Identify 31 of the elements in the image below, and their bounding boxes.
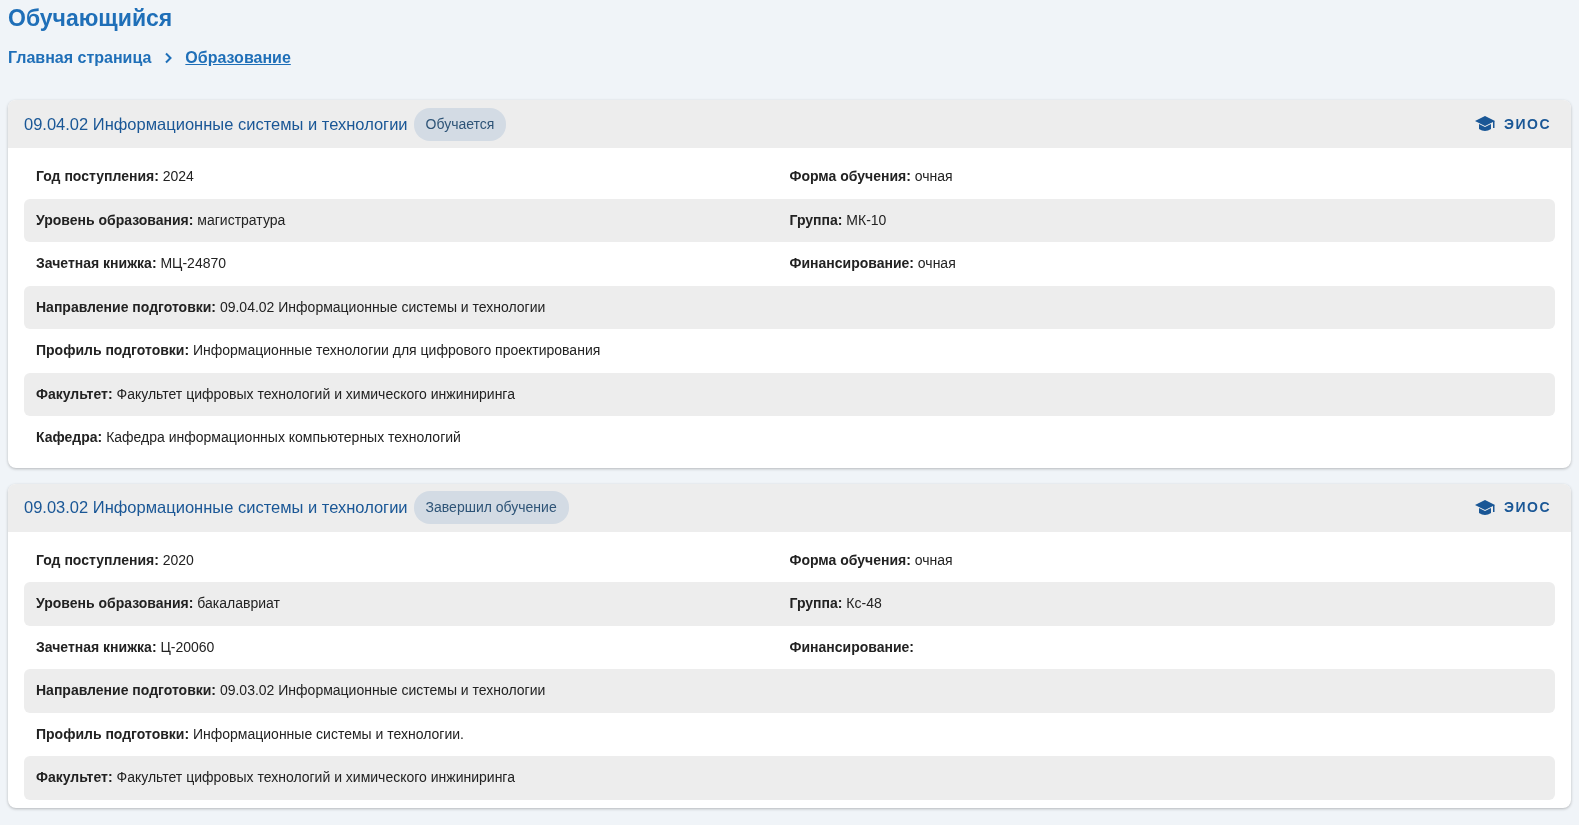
program-title: 09.04.02 Информационные системы и технологии (24, 113, 408, 135)
info-field: Группа: Кс-48 (789, 593, 1543, 615)
info-field: Форма обучения: очная (789, 166, 1543, 188)
info-field: Год поступления: 2024 (36, 166, 790, 188)
info-field: Факультет: Факультет цифровых технологий и химического инжиниринга (36, 767, 793, 789)
graduation-cap-icon (1473, 498, 1496, 517)
info-field: Факультет: Факультет цифровых технологий и химического инжиниринга (36, 383, 793, 405)
status-badge: Обучается (413, 107, 507, 141)
chevron-right-icon (163, 52, 174, 64)
eios-link[interactable]: ЭИОС (1473, 497, 1551, 518)
breadcrumb-link[interactable]: Образование (185, 46, 291, 70)
breadcrumb-link[interactable]: Главная страница (8, 46, 152, 70)
info-field: Кафедра: Кафедра информационных компьютерных технологий (36, 427, 793, 449)
info-field: Финансирование: (789, 636, 1543, 658)
info-field: Финансирование: очная (789, 253, 1543, 275)
info-field: Направление подготовки: 09.03.02 Информационные системы и технологии (36, 680, 793, 702)
status-badge: Завершил обучение (413, 491, 569, 524)
eios-link[interactable]: ЭИОС (1473, 113, 1551, 135)
program-title: 09.03.02 Информационные системы и технологии (24, 497, 408, 519)
info-field: Уровень образования: магистратура (36, 209, 790, 231)
info-field: Группа: МК-10 (789, 209, 1543, 231)
info-field: Профиль подготовки: Информационные системы и технологии. (36, 723, 793, 745)
graduation-cap-icon (1473, 115, 1496, 133)
info-field: Уровень образования: бакалавриат (36, 593, 790, 615)
page-title: Обучающийся (8, 4, 174, 32)
info-field: Форма обучения: очная (789, 549, 1543, 571)
info-field: Год поступления: 2020 (36, 549, 790, 571)
info-field: Зачетная книжка: МЦ-24870 (36, 253, 790, 275)
info-field: Направление подготовки: 09.04.02 Информационные системы и технологии (36, 296, 793, 318)
info-field: Профиль подготовки: Информационные технологии для цифрового проектирования (36, 340, 793, 362)
info-field: Зачетная книжка: Ц-20060 (36, 636, 790, 658)
